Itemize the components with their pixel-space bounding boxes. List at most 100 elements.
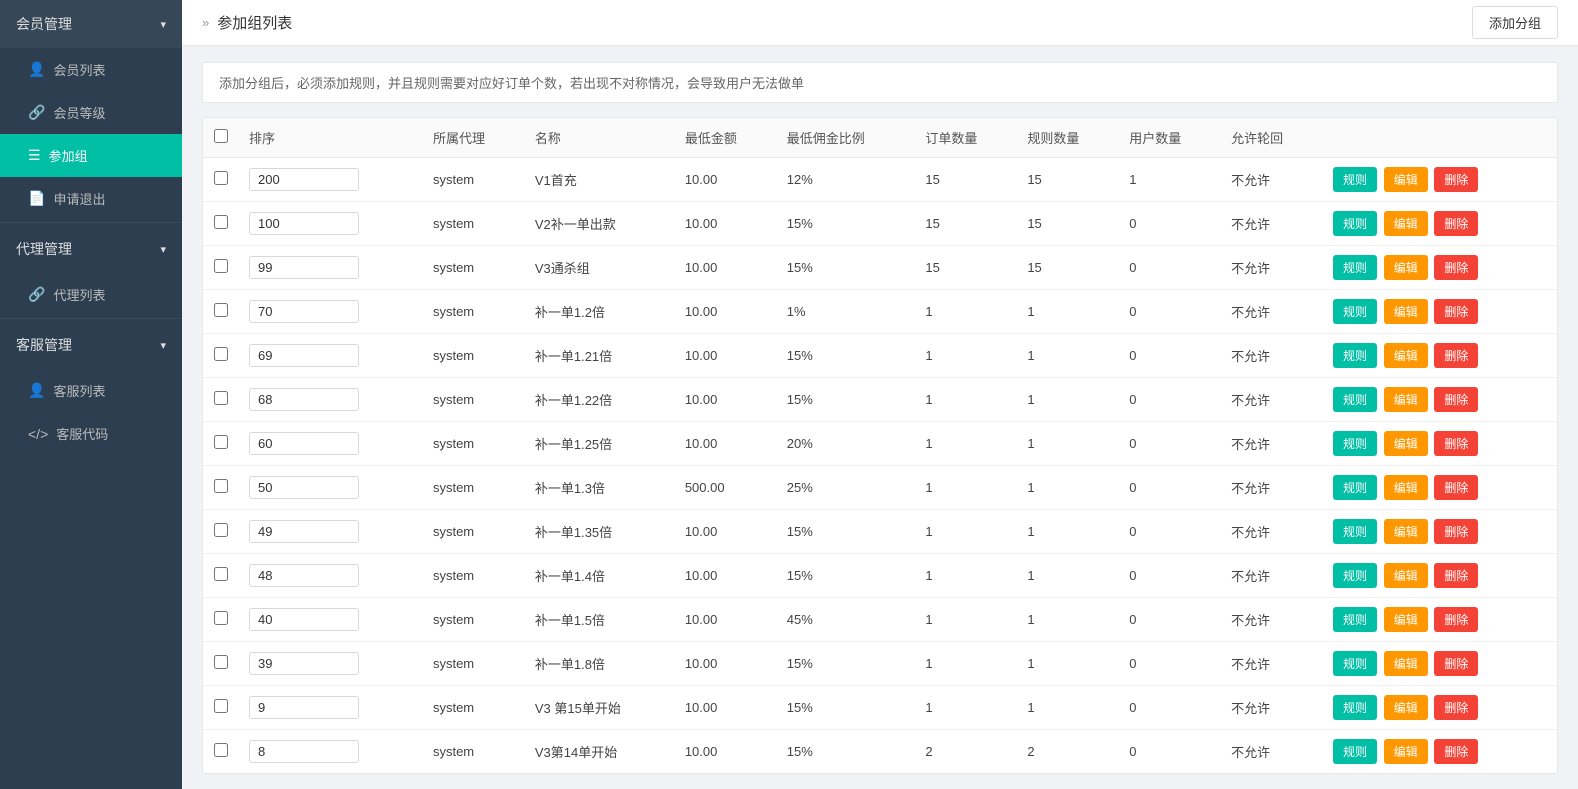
- row-checkbox-3[interactable]: [214, 303, 228, 317]
- rule-button-2[interactable]: 规则: [1333, 255, 1377, 280]
- rule-button-9[interactable]: 规则: [1333, 563, 1377, 588]
- row-checkbox-9[interactable]: [214, 567, 228, 581]
- sidebar-item-member-list[interactable]: 👤 会员列表: [0, 48, 182, 91]
- table-row: system 补一单1.22倍 10.00 15% 1 1 0 不允许 规则 编…: [203, 378, 1557, 422]
- rule-button-8[interactable]: 规则: [1333, 519, 1377, 544]
- delete-button-0[interactable]: 删除: [1434, 167, 1478, 192]
- table-row: system 补一单1.4倍 10.00 15% 1 1 0 不允许 规则 编辑…: [203, 554, 1557, 598]
- delete-button-8[interactable]: 删除: [1434, 519, 1478, 544]
- rule-button-11[interactable]: 规则: [1333, 651, 1377, 676]
- delete-button-9[interactable]: 删除: [1434, 563, 1478, 588]
- order-input-7[interactable]: [249, 476, 359, 499]
- sidebar-item-cs-list[interactable]: 👤 客服列表: [0, 369, 182, 412]
- rule-button-1[interactable]: 规则: [1333, 211, 1377, 236]
- delete-button-13[interactable]: 删除: [1434, 739, 1478, 764]
- order-input-10[interactable]: [249, 608, 359, 631]
- order-input-13[interactable]: [249, 740, 359, 763]
- row-min-rate: 15%: [777, 246, 916, 290]
- delete-button-6[interactable]: 删除: [1434, 431, 1478, 456]
- delete-button-1[interactable]: 删除: [1434, 211, 1478, 236]
- row-checkbox-1[interactable]: [214, 215, 228, 229]
- row-order-count: 1: [915, 554, 1017, 598]
- edit-button-3[interactable]: 编辑: [1384, 299, 1428, 324]
- header-rule-count: 规则数量: [1017, 118, 1119, 158]
- row-checkbox-10[interactable]: [214, 611, 228, 625]
- row-checkbox-0[interactable]: [214, 171, 228, 185]
- row-checkbox-2[interactable]: [214, 259, 228, 273]
- rule-button-10[interactable]: 规则: [1333, 607, 1377, 632]
- row-name: V2补一单出款: [525, 202, 675, 246]
- row-order: [239, 202, 423, 246]
- edit-button-7[interactable]: 编辑: [1384, 475, 1428, 500]
- row-checkbox-12[interactable]: [214, 699, 228, 713]
- sidebar-group-agent[interactable]: 代理管理 ▾: [0, 225, 182, 273]
- order-input-5[interactable]: [249, 388, 359, 411]
- row-min-amount: 10.00: [675, 334, 777, 378]
- select-all-checkbox[interactable]: [214, 129, 228, 143]
- edit-button-12[interactable]: 编辑: [1384, 695, 1428, 720]
- rule-button-4[interactable]: 规则: [1333, 343, 1377, 368]
- order-input-8[interactable]: [249, 520, 359, 543]
- row-name: 补一单1.2倍: [525, 290, 675, 334]
- row-checkbox-13[interactable]: [214, 743, 228, 757]
- row-checkbox-6[interactable]: [214, 435, 228, 449]
- order-input-9[interactable]: [249, 564, 359, 587]
- rule-button-12[interactable]: 规则: [1333, 695, 1377, 720]
- table-row: system 补一单1.21倍 10.00 15% 1 1 0 不允许 规则 编…: [203, 334, 1557, 378]
- edit-button-1[interactable]: 编辑: [1384, 211, 1428, 236]
- sidebar-group-member[interactable]: 会员管理 ▾: [0, 0, 182, 48]
- row-rule-count: 1: [1017, 334, 1119, 378]
- edit-button-2[interactable]: 编辑: [1384, 255, 1428, 280]
- rule-button-5[interactable]: 规则: [1333, 387, 1377, 412]
- order-input-12[interactable]: [249, 696, 359, 719]
- edit-button-8[interactable]: 编辑: [1384, 519, 1428, 544]
- order-input-4[interactable]: [249, 344, 359, 367]
- row-checkbox-4[interactable]: [214, 347, 228, 361]
- rule-button-3[interactable]: 规则: [1333, 299, 1377, 324]
- order-input-0[interactable]: [249, 168, 359, 191]
- order-input-2[interactable]: [249, 256, 359, 279]
- row-checkbox-5[interactable]: [214, 391, 228, 405]
- sidebar-item-apply-exit[interactable]: 📄 申请退出: [0, 177, 182, 220]
- sidebar-group-cs[interactable]: 客服管理 ▾: [0, 321, 182, 369]
- edit-button-13[interactable]: 编辑: [1384, 739, 1428, 764]
- add-group-button[interactable]: 添加分组: [1472, 6, 1558, 39]
- delete-button-12[interactable]: 删除: [1434, 695, 1478, 720]
- table-row: system V3 第15单开始 10.00 15% 1 1 0 不允许 规则 …: [203, 686, 1557, 730]
- header-min-amount: 最低金额: [675, 118, 777, 158]
- edit-button-11[interactable]: 编辑: [1384, 651, 1428, 676]
- edit-button-0[interactable]: 编辑: [1384, 167, 1428, 192]
- row-checkbox-11[interactable]: [214, 655, 228, 669]
- order-input-3[interactable]: [249, 300, 359, 323]
- sidebar-item-member-level[interactable]: 🔗 会员等级: [0, 91, 182, 134]
- edit-button-5[interactable]: 编辑: [1384, 387, 1428, 412]
- row-checkbox-8[interactable]: [214, 523, 228, 537]
- rule-button-7[interactable]: 规则: [1333, 475, 1377, 500]
- delete-button-3[interactable]: 删除: [1434, 299, 1478, 324]
- sidebar-item-cs-code[interactable]: </> 客服代码: [0, 412, 182, 455]
- delete-button-2[interactable]: 删除: [1434, 255, 1478, 280]
- delete-button-11[interactable]: 删除: [1434, 651, 1478, 676]
- table-header-row: 排序 所属代理 名称 最低金额 最低佣金比例 订单数量 规则数量 用户数量 允许…: [203, 118, 1557, 158]
- edit-button-10[interactable]: 编辑: [1384, 607, 1428, 632]
- row-rule-count: 1: [1017, 686, 1119, 730]
- order-input-1[interactable]: [249, 212, 359, 235]
- row-order-count: 1: [915, 598, 1017, 642]
- rule-button-13[interactable]: 规则: [1333, 739, 1377, 764]
- row-checkbox-7[interactable]: [214, 479, 228, 493]
- edit-button-4[interactable]: 编辑: [1384, 343, 1428, 368]
- row-order-count: 1: [915, 378, 1017, 422]
- sidebar-item-group[interactable]: ☰ 参加组: [0, 134, 182, 177]
- row-allow-cycle: 不允许: [1221, 598, 1323, 642]
- edit-button-9[interactable]: 编辑: [1384, 563, 1428, 588]
- delete-button-5[interactable]: 删除: [1434, 387, 1478, 412]
- rule-button-0[interactable]: 规则: [1333, 167, 1377, 192]
- delete-button-7[interactable]: 删除: [1434, 475, 1478, 500]
- rule-button-6[interactable]: 规则: [1333, 431, 1377, 456]
- order-input-6[interactable]: [249, 432, 359, 455]
- edit-button-6[interactable]: 编辑: [1384, 431, 1428, 456]
- sidebar-item-agent-list[interactable]: 🔗 代理列表: [0, 273, 182, 316]
- order-input-11[interactable]: [249, 652, 359, 675]
- delete-button-10[interactable]: 删除: [1434, 607, 1478, 632]
- delete-button-4[interactable]: 删除: [1434, 343, 1478, 368]
